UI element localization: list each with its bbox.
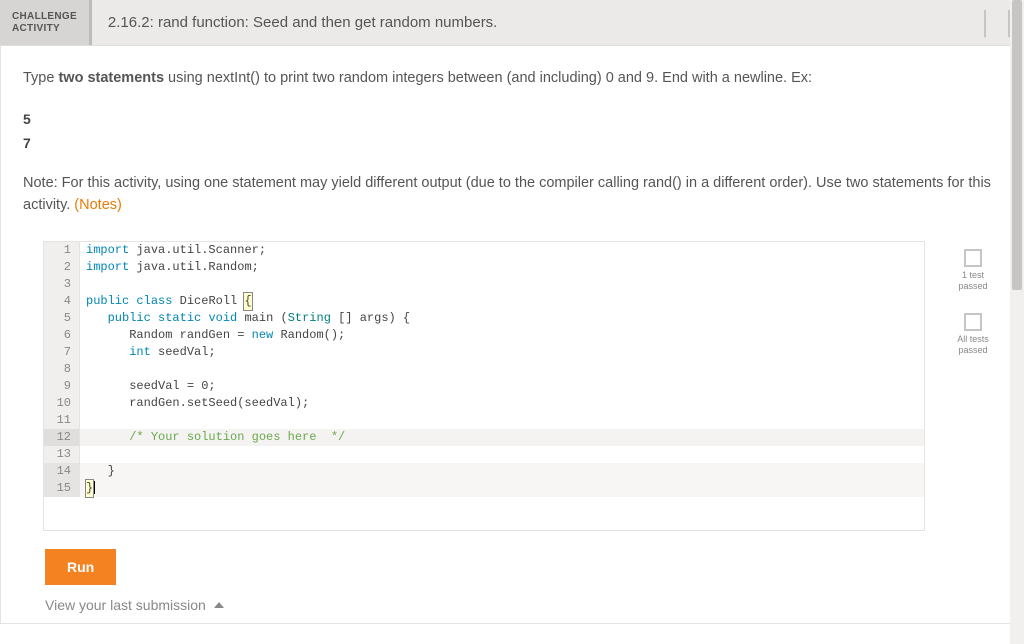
instr-bold: two statements (58, 70, 164, 86)
note-body: Note: For this activity, using one state… (23, 175, 991, 213)
all-tests-status: All testspassed (957, 313, 989, 356)
code-line[interactable]: 3 (44, 276, 924, 293)
line-number: 4 (44, 293, 80, 310)
code-line-content[interactable]: Random randGen = new Random(); (80, 327, 924, 344)
code-line[interactable]: 2import java.util.Random; (44, 259, 924, 276)
line-number: 12 (44, 429, 80, 446)
code-line-content[interactable]: randGen.setSeed(seedVal); (80, 395, 924, 412)
line-number: 3 (44, 276, 80, 293)
instructions-text: Type two statements using nextInt() to p… (23, 68, 1001, 90)
line-number: 13 (44, 446, 80, 463)
code-editor[interactable]: 1import java.util.Scanner;2import java.u… (43, 241, 925, 531)
code-line-content[interactable]: } (80, 463, 924, 480)
status-panel: 1 testpassed All testspassed (945, 241, 1001, 356)
code-line[interactable]: 11 (44, 412, 924, 429)
line-number: 9 (44, 378, 80, 395)
line-number: 14 (44, 463, 80, 480)
scrollbar-thumb[interactable] (1012, 0, 1022, 290)
line-number: 5 (44, 310, 80, 327)
instr-prefix: Type (23, 70, 58, 86)
code-line[interactable]: 5 public static void main (String [] arg… (44, 310, 924, 327)
line-number: 8 (44, 361, 80, 378)
run-button[interactable]: Run (45, 549, 116, 585)
note-text: Note: For this activity, using one state… (23, 173, 1001, 217)
bookmark-icon[interactable] (984, 10, 1010, 38)
example-output: 5 7 (23, 108, 1001, 156)
line-number: 6 (44, 327, 80, 344)
code-line[interactable]: 9 seedVal = 0; (44, 378, 924, 395)
code-line-content[interactable]: seedVal = 0; (80, 378, 924, 395)
line-number: 2 (44, 259, 80, 276)
line-number: 7 (44, 344, 80, 361)
checkbox-icon (964, 313, 982, 331)
checkbox-icon (964, 249, 982, 267)
example-line-1: 5 (23, 108, 1001, 132)
activity-title: 2.16.2: rand function: Seed and then get… (92, 0, 984, 45)
code-line-content[interactable]: public class DiceRoll { (80, 293, 924, 310)
view-last-label: View your last submission (45, 597, 206, 613)
code-line[interactable]: 14 } (44, 463, 924, 480)
code-line[interactable]: 10 randGen.setSeed(seedVal); (44, 395, 924, 412)
code-line[interactable]: 6 Random randGen = new Random(); (44, 327, 924, 344)
code-line-content[interactable] (80, 276, 924, 293)
line-number: 11 (44, 412, 80, 429)
view-last-submission[interactable]: View your last submission (45, 597, 1001, 613)
code-line-content[interactable]: import java.util.Scanner; (80, 242, 924, 259)
badge-line2: ACTIVITY (12, 23, 77, 35)
code-line[interactable]: 13 (44, 446, 924, 463)
one-test-status: 1 testpassed (958, 249, 987, 292)
scrollbar-track[interactable] (1010, 0, 1024, 644)
code-line[interactable]: 4public class DiceRoll { (44, 293, 924, 310)
code-line-content[interactable] (80, 412, 924, 429)
code-line[interactable]: 7 int seedVal; (44, 344, 924, 361)
all-tests-label: All testspassed (957, 334, 989, 356)
badge-line1: CHALLENGE (12, 11, 77, 23)
notes-link[interactable]: (Notes) (74, 197, 122, 213)
code-line-content[interactable]: /* Your solution goes here */ (80, 429, 924, 446)
code-line[interactable]: 15} (44, 480, 924, 497)
code-line[interactable]: 8 (44, 361, 924, 378)
code-line-content[interactable]: import java.util.Random; (80, 259, 924, 276)
chevron-up-icon (214, 602, 224, 608)
challenge-badge: CHALLENGE ACTIVITY (0, 0, 92, 45)
line-number: 10 (44, 395, 80, 412)
instr-suffix: using nextInt() to print two random inte… (164, 70, 812, 86)
activity-header: CHALLENGE ACTIVITY 2.16.2: rand function… (0, 0, 1024, 46)
code-line[interactable]: 12 /* Your solution goes here */ (44, 429, 924, 446)
line-number: 15 (44, 480, 80, 497)
code-line[interactable]: 1import java.util.Scanner; (44, 242, 924, 259)
code-line-content[interactable]: public static void main (String [] args)… (80, 310, 924, 327)
example-line-2: 7 (23, 132, 1001, 156)
line-number: 1 (44, 242, 80, 259)
one-test-label: 1 testpassed (958, 270, 987, 292)
content-area: Type two statements using nextInt() to p… (0, 46, 1024, 624)
code-line-content[interactable] (80, 361, 924, 378)
code-line-content[interactable] (80, 446, 924, 463)
code-line-content[interactable]: } (80, 480, 924, 497)
code-line-content[interactable]: int seedVal; (80, 344, 924, 361)
